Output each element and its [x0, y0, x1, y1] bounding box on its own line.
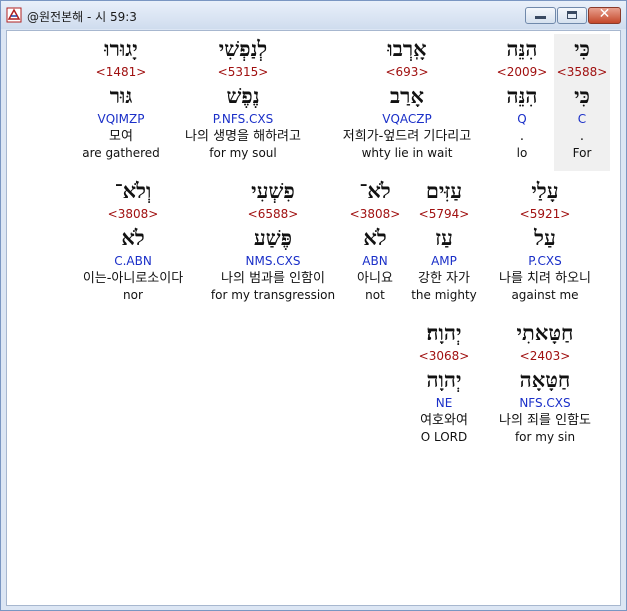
morphology-code: NMS.CXS — [245, 254, 301, 268]
hebrew-word: וְלֹא־ — [114, 178, 152, 203]
strong-number[interactable]: <693> — [325, 64, 489, 81]
word-block[interactable]: עַזִּים <5794> עַז AMP 강한 자가 the mighty — [407, 176, 481, 304]
korean-gloss: 나의 생명을 해하려고 — [185, 129, 301, 144]
english-gloss: against me — [511, 288, 579, 302]
hebrew-lemma: פֶּשַׁע — [253, 225, 293, 250]
strong-number[interactable]: <5921> — [485, 206, 605, 223]
korean-gloss: 이는-아니로소이다 — [82, 271, 184, 286]
word-block[interactable]: אָֽרְבוּ <693> אָרַב VQACZP 저희가-엎드려 기다리고… — [325, 34, 489, 162]
morphology-code: AMP — [431, 254, 457, 268]
korean-gloss: . — [519, 129, 525, 144]
app-icon — [6, 7, 22, 23]
korean-gloss: 아니요 — [357, 271, 393, 286]
hebrew-word: עַזִּים — [425, 178, 463, 203]
hebrew-lemma: עַל — [534, 225, 556, 250]
korean-gloss: 나의 범과를 인함이 — [221, 271, 325, 286]
morphology-code: C — [577, 112, 587, 126]
strong-number[interactable]: <3808> — [65, 206, 201, 223]
english-gloss: for my transgression — [210, 288, 336, 302]
korean-gloss: . — [579, 129, 585, 144]
word-block[interactable]: יָגוּרוּ <1481> גּוּר VQIMZP 모여 are gath… — [81, 34, 161, 162]
hebrew-lemma: לֹא — [121, 225, 145, 250]
strong-number[interactable]: <3588> — [554, 64, 610, 81]
morphology-code: Q — [517, 112, 527, 126]
hebrew-lemma: גּוּר — [109, 83, 133, 108]
english-gloss: for my sin — [514, 430, 576, 444]
english-gloss: nor — [123, 288, 143, 302]
morphology-code: C.ABN — [114, 254, 152, 268]
strong-number[interactable]: <1481> — [81, 64, 161, 81]
morphology-code: ABN — [362, 254, 388, 268]
word-block[interactable]: יְהוָה׃ <3068> יְהוָה NE 여호와여 O LORD — [407, 318, 481, 446]
english-gloss: For — [572, 146, 592, 160]
hebrew-lemma: לֹא — [363, 225, 387, 250]
hebrew-lemma: יְהוָה — [426, 367, 462, 392]
word-block[interactable]: לְנַפְשִׁי <5315> נֶפֶשׁ P.NFS.CXS 나의 생명… — [167, 34, 319, 162]
hebrew-word: אָֽרְבוּ — [387, 36, 427, 61]
interlinear-panel: כִּי <3588> כִּי C . For הִנֵּה <2009> ה… — [6, 30, 621, 606]
hebrew-lemma: אָרַב — [390, 83, 424, 108]
morphology-code: VQIMZP — [97, 112, 145, 126]
hebrew-word: יְהוָה׃ — [426, 320, 462, 345]
word-block[interactable]: עָלַי <5921> עַל P.CXS 나를 치려 하오니 against… — [485, 176, 605, 304]
hebrew-word: הִנֵּה — [506, 36, 538, 61]
close-button[interactable]: ✕ — [588, 6, 621, 24]
hebrew-lemma: כִּי — [574, 83, 590, 108]
english-gloss: not — [365, 288, 385, 302]
word-block[interactable]: לֹא־ <3808> לֹא ABN 아니요 not — [347, 176, 403, 304]
maximize-icon — [567, 11, 577, 19]
korean-gloss: 모여 — [109, 129, 133, 144]
hebrew-word: פִשְׁעִי — [251, 178, 295, 203]
english-gloss: for my soul — [209, 146, 277, 160]
strong-number[interactable]: <5794> — [407, 206, 481, 223]
hebrew-word: כִּי — [574, 36, 590, 61]
minimize-icon — [535, 16, 546, 19]
morphology-code: P.NFS.CXS — [212, 112, 274, 126]
app-window: @원전본해 - 시 59:3 ✕ כִּי <3588> כִּי C . Fo… — [0, 0, 627, 611]
minimize-button[interactable] — [525, 7, 556, 24]
morphology-code: NFS.CXS — [519, 396, 571, 410]
hebrew-lemma: עַז — [435, 225, 453, 250]
hebrew-word: לְנַפְשִׁי — [218, 36, 268, 61]
hebrew-word: יָגוּרוּ — [104, 36, 138, 61]
korean-gloss: 저희가-엎드려 기다리고 — [342, 129, 472, 144]
morphology-code: P.CXS — [528, 254, 562, 268]
strong-number[interactable]: <2009> — [493, 64, 551, 81]
strong-number[interactable]: <2403> — [485, 348, 605, 365]
hebrew-word: לֹא־ — [359, 178, 391, 203]
english-gloss: whty lie in wait — [361, 146, 453, 160]
hebrew-word: חַטָּאתִי — [516, 320, 574, 345]
hebrew-lemma: נֶפֶשׁ — [226, 83, 260, 108]
hebrew-lemma: חַטָּאָה — [519, 367, 571, 392]
morphology-code: NE — [435, 396, 453, 410]
word-block[interactable]: הִנֵּה <2009> הִנֵּה Q . lo — [493, 34, 551, 162]
window-title: @원전본해 - 시 59:3 — [27, 10, 137, 24]
word-block[interactable]: וְלֹא־ <3808> לֹא C.ABN 이는-아니로소이다 nor — [65, 176, 201, 304]
morphology-code: VQACZP — [382, 112, 432, 126]
korean-gloss: 강한 자가 — [418, 271, 470, 286]
strong-number[interactable]: <3808> — [347, 206, 403, 223]
strong-number[interactable]: <3068> — [407, 348, 481, 365]
strong-number[interactable]: <6588> — [205, 206, 341, 223]
english-gloss: lo — [516, 146, 528, 160]
hebrew-word: עָלַי — [531, 178, 559, 203]
korean-gloss: 나의 죄를 인함도 — [499, 413, 591, 428]
korean-gloss: 나를 치려 하오니 — [499, 271, 591, 286]
maximize-button[interactable] — [557, 7, 587, 24]
strong-number[interactable]: <5315> — [167, 64, 319, 81]
english-gloss: O LORD — [420, 430, 468, 444]
word-block[interactable]: חַטָּאתִי <2403> חַטָּאָה NFS.CXS 나의 죄를 … — [485, 318, 605, 446]
close-icon: ✕ — [598, 6, 611, 22]
title-bar[interactable]: @원전본해 - 시 59:3 ✕ — [1, 1, 626, 29]
korean-gloss: 여호와여 — [420, 413, 468, 428]
english-gloss: are gathered — [82, 146, 160, 160]
word-block[interactable]: פִשְׁעִי <6588> פֶּשַׁע NMS.CXS 나의 범과를 인… — [205, 176, 341, 304]
english-gloss: the mighty — [411, 288, 477, 302]
hebrew-lemma: הִנֵּה — [506, 83, 538, 108]
word-block[interactable]: כִּי <3588> כִּי C . For — [554, 34, 610, 171]
